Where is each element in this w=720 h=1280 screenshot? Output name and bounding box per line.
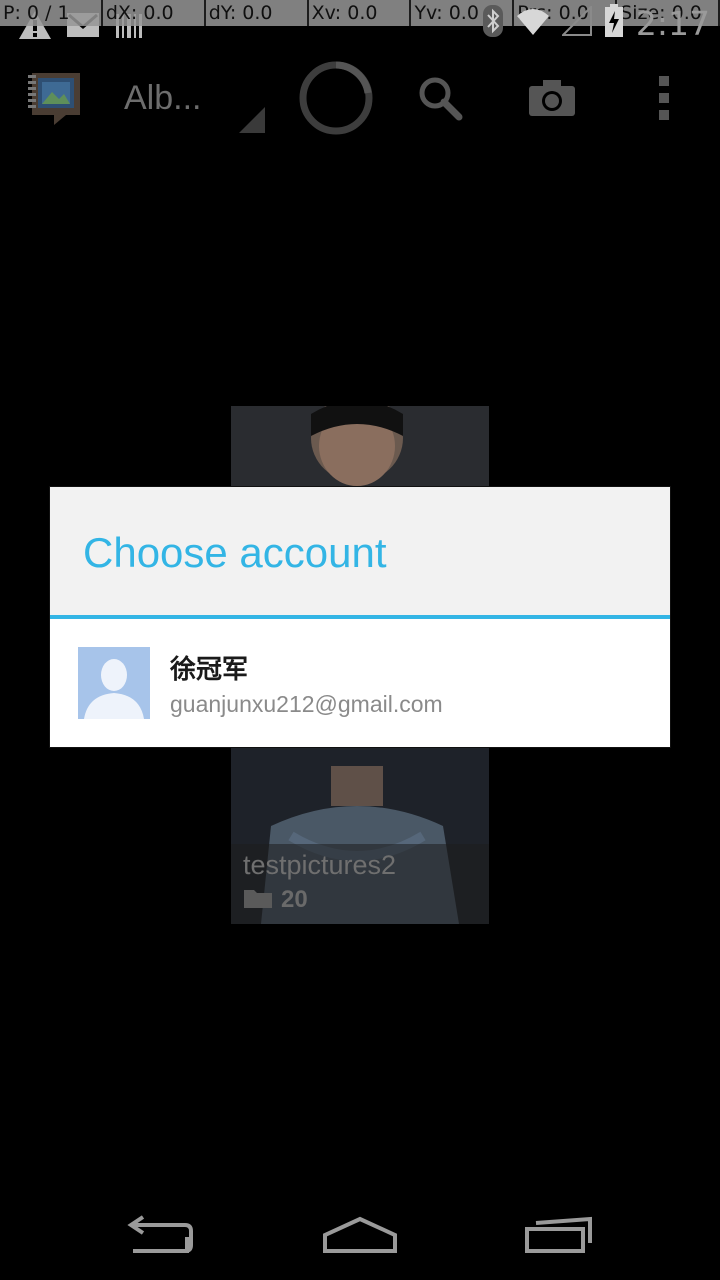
pointer-stat: dX: 0.0 <box>102 0 206 26</box>
wifi-icon <box>516 6 550 41</box>
action-bar: Alb... <box>0 50 720 146</box>
home-icon[interactable] <box>300 1200 420 1270</box>
album-photo-count: 20 <box>281 886 308 913</box>
camera-icon[interactable] <box>512 50 592 146</box>
folder-icon <box>243 887 273 914</box>
back-icon[interactable] <box>100 1200 220 1270</box>
account-name: 徐冠军 <box>170 655 249 685</box>
pointer-stat: Xv: 0.0 <box>308 0 412 26</box>
search-icon[interactable] <box>400 50 480 146</box>
album-name: testpictures2 <box>243 850 397 880</box>
battery-icon <box>604 4 624 43</box>
recents-icon[interactable] <box>500 1200 620 1270</box>
dialog-header: Choose account <box>50 487 670 615</box>
clock: 2:17 <box>635 4 710 43</box>
choose-account-dialog: Choose account 徐冠军 guanjunxu212@gmail.co… <box>50 487 670 747</box>
signal-icon <box>560 4 592 41</box>
screen: P: 0 / 1 dX: 0.0 dY: 0.0 Xv: 0.0 Yv: 0.0… <box>0 0 720 1280</box>
system-icons: 2:17 <box>482 4 710 43</box>
spinner-dropdown-indicator-icon <box>238 106 266 134</box>
account-email: guanjunxu212@gmail.com <box>170 691 443 717</box>
account-list-item[interactable]: 徐冠军 guanjunxu212@gmail.com <box>50 619 670 747</box>
album-spinner[interactable]: Alb... <box>124 50 234 146</box>
album-caption: testpictures2 20 <box>231 844 489 924</box>
overflow-menu-icon[interactable] <box>624 50 704 146</box>
status-bar: P: 0 / 1 dX: 0.0 dY: 0.0 Xv: 0.0 Yv: 0.0… <box>0 0 720 50</box>
pointer-stat: P: 0 / 1 <box>0 0 103 26</box>
default-contact-icon <box>78 647 150 719</box>
loading-spinner-icon <box>296 50 376 146</box>
bluetooth-icon <box>482 4 504 43</box>
album-count-row: 20 <box>243 886 308 914</box>
avatar <box>78 647 150 719</box>
album-app-icon[interactable] <box>20 50 90 146</box>
pointer-stat: dY: 0.0 <box>205 0 309 26</box>
dialog-title: Choose account <box>83 529 387 576</box>
navigation-bar <box>0 1190 720 1280</box>
action-bar-title: Alb... <box>124 78 202 117</box>
